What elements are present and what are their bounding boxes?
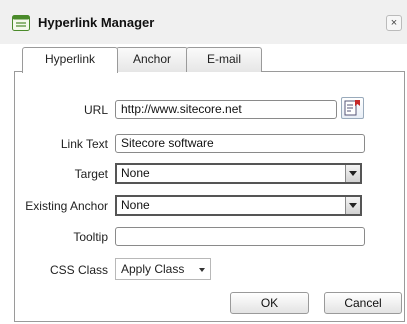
existing-anchor-label: Existing Anchor: [25, 199, 108, 213]
tab-hyperlink[interactable]: Hyperlink: [22, 47, 118, 73]
document-list-icon: [12, 15, 30, 31]
target-select-value: None: [121, 166, 150, 180]
url-input[interactable]: http://www.sitecore.net: [115, 100, 337, 119]
tooltip-label: Tooltip: [73, 230, 108, 244]
document-browse-icon: [344, 100, 360, 116]
existing-anchor-select-value: None: [121, 198, 150, 212]
link-text-input[interactable]: Sitecore software: [115, 134, 365, 153]
target-label: Target: [74, 167, 108, 181]
tooltip-input[interactable]: [115, 227, 365, 246]
existing-anchor-select[interactable]: None: [115, 195, 362, 216]
target-select[interactable]: None: [115, 163, 362, 184]
url-label: URL: [83, 103, 108, 117]
browse-button[interactable]: [341, 97, 364, 119]
cancel-button[interactable]: Cancel: [324, 292, 402, 314]
css-class-label: CSS Class: [49, 263, 108, 277]
ok-button[interactable]: OK: [230, 292, 309, 314]
close-button[interactable]: ×: [386, 15, 402, 31]
dialog-title: Hyperlink Manager: [38, 15, 155, 30]
chevron-down-icon: [199, 268, 205, 272]
title-bar: Hyperlink Manager ×: [0, 0, 407, 44]
chevron-down-icon: [345, 197, 360, 214]
chevron-down-icon: [345, 165, 360, 182]
tab-anchor[interactable]: Anchor: [116, 47, 188, 72]
css-class-select[interactable]: Apply Class: [115, 258, 211, 280]
tab-email[interactable]: E-mail: [186, 47, 262, 72]
link-text-label: Link Text: [60, 137, 108, 151]
css-class-select-value: Apply Class: [121, 262, 185, 276]
